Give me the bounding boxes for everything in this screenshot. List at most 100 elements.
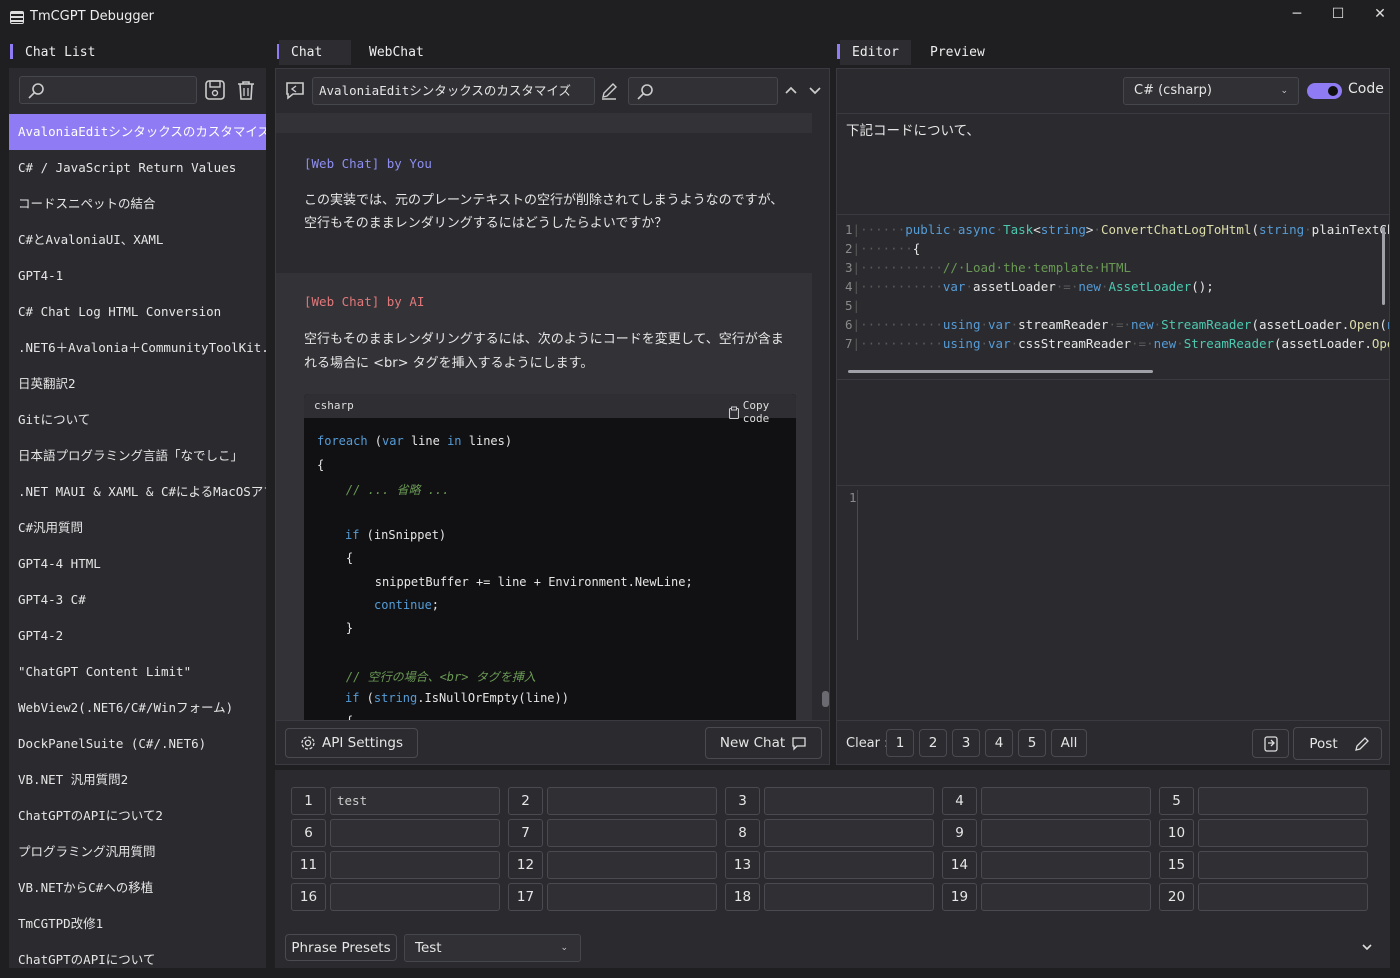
chat-list-item[interactable]: .NET MAUI & XAML & C#によるMacOSアプリ <box>9 474 266 510</box>
phrase-slot-input[interactable] <box>981 883 1151 911</box>
phrase-slot-number[interactable]: 19 <box>942 883 977 911</box>
tab-preview[interactable]: Preview <box>918 40 997 65</box>
import-button[interactable] <box>1252 729 1289 758</box>
chat-list-item[interactable]: GPT4-2 <box>9 618 266 654</box>
phrase-slot-number[interactable]: 12 <box>508 851 543 879</box>
phrase-slot-number[interactable]: 2 <box>508 787 543 815</box>
prompt-textbox[interactable]: 下記コードについて、 <box>837 113 1389 214</box>
chat-list-item[interactable]: C#とAvaloniaUI、XAML <box>9 222 266 258</box>
phrase-slot-number[interactable]: 20 <box>1159 883 1194 911</box>
phrase-slot-input[interactable] <box>981 787 1151 815</box>
clear-5-button[interactable]: 5 <box>1018 729 1046 757</box>
phrase-slot-input[interactable] <box>330 819 500 847</box>
secondary-editor[interactable]: 1 <box>837 485 1389 648</box>
phrase-slot-input[interactable] <box>547 819 717 847</box>
chat-list-item[interactable]: ChatGPTのAPIについて2 <box>9 798 266 834</box>
save-icon[interactable] <box>204 79 226 101</box>
chat-title-input[interactable]: AvaloniaEditシンタックスのカスタマイズ <box>312 77 595 105</box>
chat-list-item[interactable]: GPT4-4 HTML <box>9 546 266 582</box>
phrase-slot-number[interactable]: 14 <box>942 851 977 879</box>
code-editor[interactable]: 1|······public·async·Task<string>·Conver… <box>837 214 1389 379</box>
api-settings-button[interactable]: API Settings <box>285 728 418 758</box>
clear-2-button[interactable]: 2 <box>919 729 947 757</box>
collapse-chevron-icon[interactable] <box>1360 940 1374 954</box>
chat-list-item[interactable]: TmCGTPD改修1 <box>9 906 266 942</box>
chat-list-item[interactable]: "ChatGPT Content Limit" <box>9 654 266 690</box>
phrase-slot-input[interactable] <box>547 787 717 815</box>
phrase-slot-number[interactable]: 8 <box>725 819 760 847</box>
chat-list-item[interactable]: C# / JavaScript Return Values <box>9 150 266 186</box>
delete-icon[interactable] <box>235 79 257 101</box>
phrase-slot-input[interactable] <box>764 819 934 847</box>
phrase-slot-number[interactable]: 17 <box>508 883 543 911</box>
phrase-slot-input[interactable] <box>981 819 1151 847</box>
post-button[interactable]: Post <box>1293 727 1382 760</box>
phrase-slot-number[interactable]: 18 <box>725 883 760 911</box>
phrase-slot-number[interactable]: 13 <box>725 851 760 879</box>
phrase-slot-input[interactable] <box>330 883 500 911</box>
chat-list-item[interactable]: DockPanelSuite (C#/.NET6) <box>9 726 266 762</box>
phrase-slot-input[interactable] <box>1198 883 1368 911</box>
edit-title-icon[interactable] <box>599 81 619 101</box>
phrase-slot-input[interactable] <box>1198 819 1368 847</box>
preset-select[interactable]: Test ⌄ <box>404 934 581 962</box>
chat-history-icon[interactable] <box>284 79 306 101</box>
editor-v-scrollbar[interactable] <box>1382 227 1385 305</box>
chat-list-item[interactable]: WebView2(.NET6/C#/Winフォーム) <box>9 690 266 726</box>
chat-list-item[interactable]: ChatGPTのAPIについて <box>9 942 266 968</box>
phrase-slot-number[interactable]: 4 <box>942 787 977 815</box>
phrase-slot-number[interactable]: 10 <box>1159 819 1194 847</box>
phrase-slot-input[interactable] <box>547 851 717 879</box>
phrase-slot-number[interactable]: 6 <box>291 819 326 847</box>
phrase-slot-input[interactable] <box>330 851 500 879</box>
phrase-slot-input[interactable] <box>1198 787 1368 815</box>
search-next-icon[interactable] <box>807 82 823 98</box>
chat-list-item[interactable]: GPT4-3 C# <box>9 582 266 618</box>
phrase-presets-button[interactable]: Phrase Presets <box>285 934 397 961</box>
chat-list-item[interactable]: VB.NET 汎用質問2 <box>9 762 266 798</box>
phrase-slot-input[interactable] <box>764 883 934 911</box>
chat-list-item[interactable]: VB.NETからC#への移植 <box>9 870 266 906</box>
tab-chat[interactable]: Chat <box>279 40 351 65</box>
chat-search-input[interactable] <box>628 77 778 105</box>
chat-list-item[interactable]: C#汎用質問 <box>9 510 266 546</box>
close-button[interactable]: ✕ <box>1360 4 1400 24</box>
editor-h-scrollbar[interactable] <box>848 370 1153 373</box>
phrase-slot-number[interactable]: 5 <box>1159 787 1194 815</box>
tab-chat-list[interactable]: Chat List <box>13 40 107 65</box>
phrase-slot-input[interactable]: test <box>330 787 500 815</box>
chat-list-item[interactable]: C# Chat Log HTML Conversion <box>9 294 266 330</box>
phrase-slot-number[interactable]: 9 <box>942 819 977 847</box>
copy-code-button[interactable]: Copy code <box>728 399 796 425</box>
chat-list-item[interactable]: プログラミング汎用質問 <box>9 834 266 870</box>
chat-list-item[interactable]: .NET6＋Avalonia＋CommunityToolKit.MVVM <box>9 330 266 366</box>
chat-list-item[interactable]: Gitについて <box>9 402 266 438</box>
chat-list-item[interactable]: 日本語プログラミング言語「なでしこ」 <box>9 438 266 474</box>
chat-list-item[interactable]: AvaloniaEditシンタックスのカスタマイズ <box>9 114 266 150</box>
clear-all-button[interactable]: All <box>1051 729 1087 757</box>
language-select[interactable]: C# (csharp) ⌄ <box>1123 77 1299 105</box>
tab-webchat[interactable]: WebChat <box>357 40 436 65</box>
clear-1-button[interactable]: 1 <box>886 729 914 757</box>
phrase-slot-input[interactable] <box>764 787 934 815</box>
chat-scrollbar[interactable] <box>822 691 829 707</box>
phrase-slot-number[interactable]: 11 <box>291 851 326 879</box>
phrase-slot-input[interactable] <box>764 851 934 879</box>
phrase-slot-number[interactable]: 16 <box>291 883 326 911</box>
phrase-slot-input[interactable] <box>1198 851 1368 879</box>
phrase-slot-number[interactable]: 7 <box>508 819 543 847</box>
clear-4-button[interactable]: 4 <box>985 729 1013 757</box>
search-prev-icon[interactable] <box>783 82 799 98</box>
chat-list-search-input[interactable] <box>19 76 197 104</box>
maximize-button[interactable]: ☐ <box>1318 4 1358 24</box>
phrase-slot-input[interactable] <box>981 851 1151 879</box>
clear-3-button[interactable]: 3 <box>952 729 980 757</box>
chat-list-item[interactable]: 日英翻訳2 <box>9 366 266 402</box>
code-toggle[interactable] <box>1307 83 1342 99</box>
phrase-slot-number[interactable]: 1 <box>291 787 326 815</box>
tab-editor[interactable]: Editor <box>840 40 911 65</box>
chat-list-item[interactable]: コードスニペットの結合 <box>9 186 266 222</box>
chat-list-item[interactable]: GPT4-1 <box>9 258 266 294</box>
phrase-slot-number[interactable]: 15 <box>1159 851 1194 879</box>
phrase-slot-input[interactable] <box>547 883 717 911</box>
